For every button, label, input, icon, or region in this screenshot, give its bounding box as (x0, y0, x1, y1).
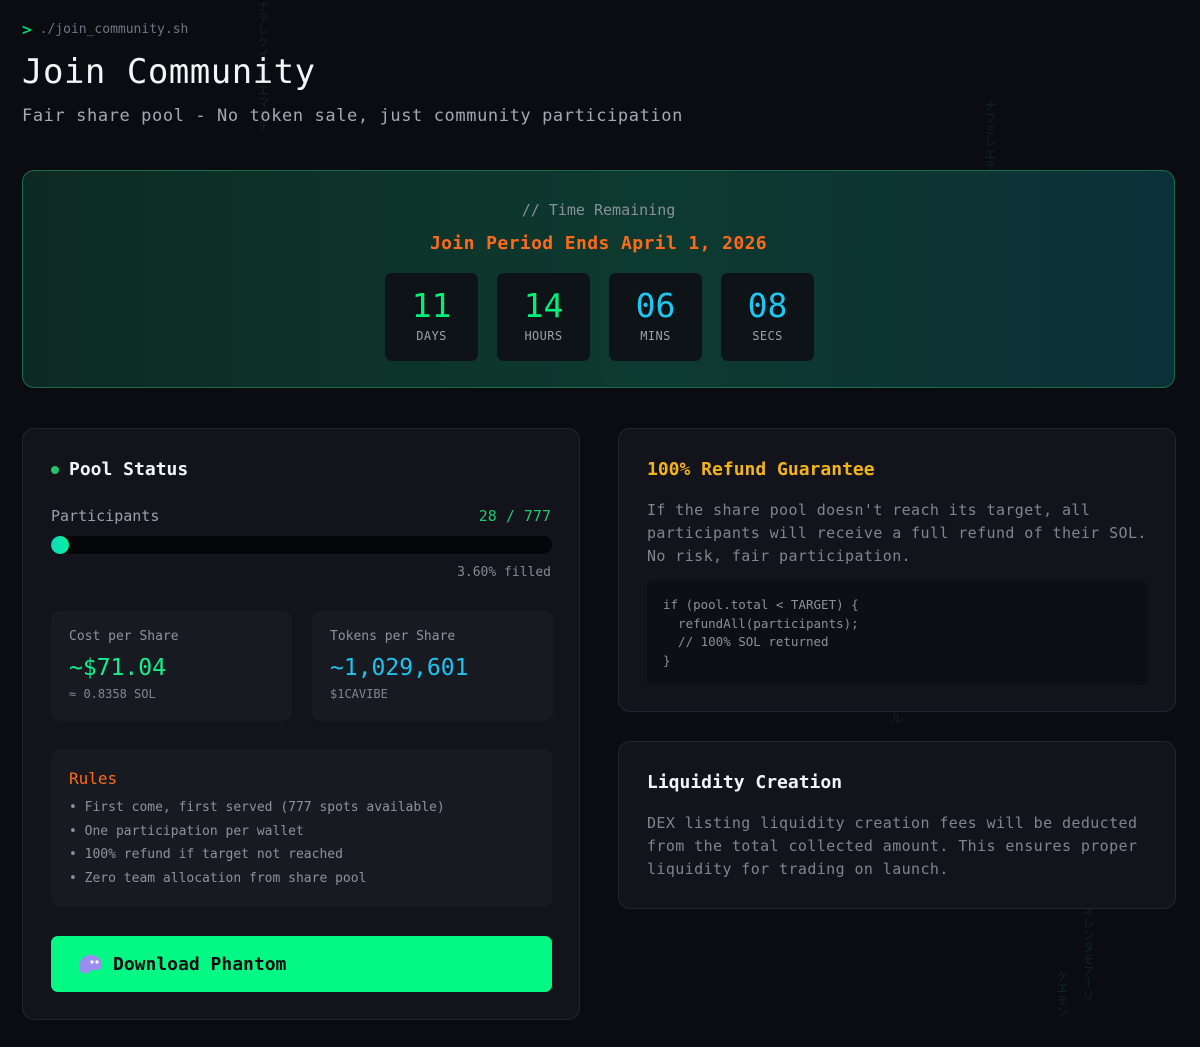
tokens-per-share-value: ~1,029,601 (330, 655, 469, 681)
page-title: Join Community (22, 52, 316, 92)
countdown-timer: 11 DAYS 14 HOURS 06 MINS 08 SECS (385, 273, 814, 361)
countdown-headline: Join Period Ends April 1, 2026 (429, 233, 768, 254)
download-phantom-label: Download Phantom (113, 953, 287, 975)
timer-mins-value: 06 (635, 286, 676, 325)
timer-hours-label: HOURS (524, 329, 563, 343)
rules-title: Rules (69, 769, 118, 788)
participants-count: 28 / 777 (478, 507, 551, 525)
prompt-chevron-icon: > (22, 20, 32, 39)
rule-item: • Zero team allocation from share pool (69, 870, 367, 886)
timer-days-value: 11 (411, 286, 452, 325)
refund-description: If the share pool doesn't reach its targ… (647, 501, 1147, 565)
timer-secs-value: 08 (747, 286, 788, 325)
command-prompt: > ./join_community.sh (22, 20, 188, 39)
code-line: // 100% SOL returned (663, 634, 829, 649)
matrix-rain: オレンタモアーリ (1081, 905, 1095, 1001)
timer-mins: 06 MINS (609, 273, 702, 361)
cost-per-share-card: Cost per Share ~$71.04 ≈ 0.8358 SOL (51, 611, 292, 721)
liquidity-creation-panel: Liquidity Creation DEX listing liquidity… (618, 741, 1176, 909)
timer-days-label: DAYS (416, 329, 447, 343)
progress-percent: 3.60% filled (457, 565, 551, 580)
timer-hours: 14 HOURS (497, 273, 590, 361)
cost-per-share-label: Cost per Share (69, 629, 179, 644)
timer-days: 11 DAYS (385, 273, 478, 361)
pool-status-heading: Pool Status (51, 459, 188, 480)
page-subtitle: Fair share pool - No token sale, just co… (22, 106, 683, 126)
timer-mins-label: MINS (640, 329, 671, 343)
rules-card: Rules • First come, first served (777 sp… (51, 749, 552, 907)
tokens-per-share-label: Tokens per Share (330, 629, 456, 644)
token-ticker: $1CAVIBE (330, 687, 388, 701)
refund-guarantee-panel: 100% Refund Guarantee If the share pool … (618, 428, 1176, 712)
participants-label: Participants (51, 507, 160, 525)
pool-status-title: Pool Status (69, 459, 189, 480)
timer-hours-value: 14 (523, 286, 564, 325)
code-line: if (pool.total < TARGET) { (663, 597, 859, 612)
rule-item: • First come, first served (777 spots av… (69, 800, 445, 815)
liquidity-title: Liquidity Creation (647, 772, 843, 793)
cost-per-share-sol: ≈ 0.8358 SOL (69, 687, 156, 701)
matrix-rain: ケエモン (1055, 970, 1069, 1018)
rule-item: • 100% refund if target not reached (69, 847, 343, 862)
pool-status-panel: Pool Status Participants 28 / 777 3.60% … (22, 428, 580, 1020)
rule-item: • One participation per wallet (69, 823, 304, 839)
liquidity-description: DEX listing liquidity creation fees will… (647, 814, 1138, 878)
code-line: refundAll(participants); (663, 615, 859, 631)
progress-fill (51, 536, 70, 554)
refund-code-block: if (pool.total < TARGET) { refundAll(par… (647, 581, 1148, 685)
participants-progress-bar (51, 536, 552, 554)
phantom-ghost-icon (79, 955, 102, 974)
cost-per-share-value: ~$71.04 (69, 655, 166, 681)
download-phantom-button[interactable]: Download Phantom (51, 936, 552, 992)
timer-secs: 08 SECS (721, 273, 814, 361)
command-text: ./join_community.sh (39, 22, 189, 37)
refund-title: 100% Refund Guarantee (647, 459, 875, 480)
status-dot-icon (51, 465, 59, 474)
code-line: } (663, 652, 671, 668)
tokens-per-share-card: Tokens per Share ~1,029,601 $1CAVIBE (312, 611, 553, 721)
countdown-caption: // Time Remaining (521, 201, 676, 219)
countdown-card: // Time Remaining Join Period Ends April… (22, 170, 1175, 388)
timer-secs-label: SECS (752, 329, 783, 343)
